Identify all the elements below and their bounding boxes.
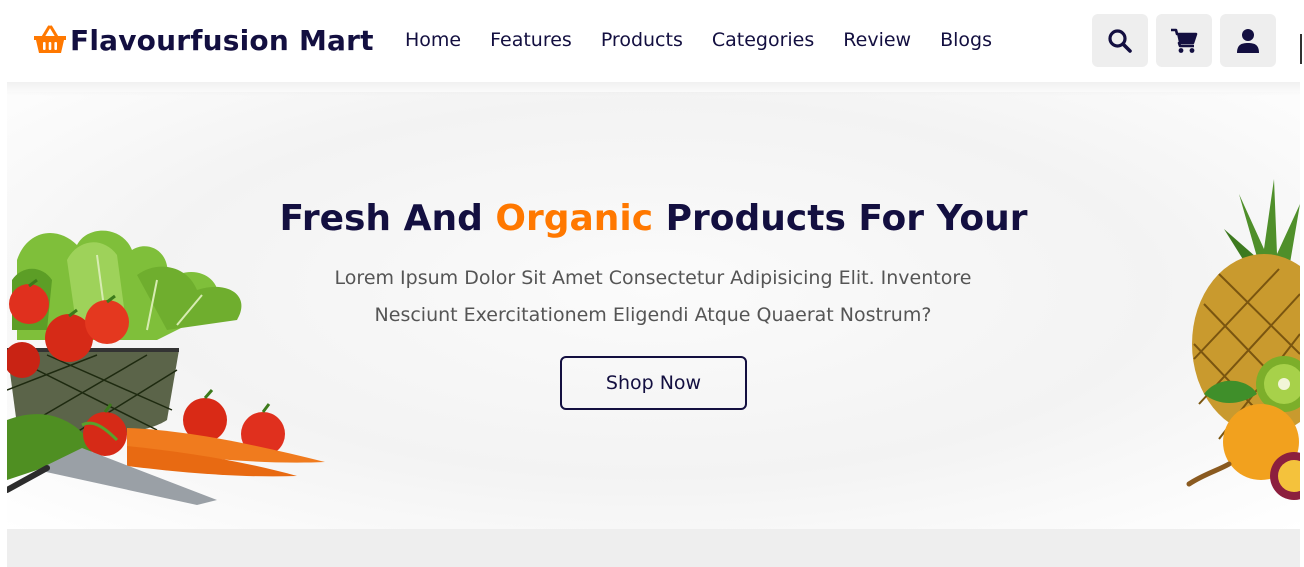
next-section [7, 529, 1300, 567]
nav-item-home[interactable]: Home [405, 28, 461, 52]
header-shadow [7, 82, 1300, 96]
shopping-basket-icon [34, 25, 66, 53]
nav-item-review[interactable]: Review [843, 28, 911, 52]
search-icon [1108, 28, 1132, 53]
vegetable-basket-image [7, 230, 325, 505]
scrollbar-edge [1300, 34, 1302, 64]
nav-item-blogs[interactable]: Blogs [940, 28, 992, 52]
hero-section: Fresh And Organic Products For Your Lore… [7, 92, 1300, 529]
nav-item-products[interactable]: Products [601, 28, 683, 52]
cart-icon [1171, 28, 1198, 53]
hero-title: Fresh And Organic Products For Your [7, 198, 1300, 239]
hero-title-accent: Organic [495, 198, 654, 239]
hero-description: Lorem Ipsum Dolor Sit Amet Consectetur A… [334, 267, 972, 326]
site-header: Flavourfusion Mart Home Features Product… [0, 0, 1302, 82]
nav-item-categories[interactable]: Categories [712, 28, 814, 52]
brand-name: Flavourfusion Mart [70, 23, 374, 57]
hero-title-start: Fresh And [279, 198, 496, 239]
brand-logo[interactable]: Flavourfusion Mart [32, 22, 374, 58]
hero-title-end: Products For Your [653, 198, 1028, 239]
page: Flavourfusion Mart Home Features Product… [0, 0, 1304, 567]
search-button[interactable] [1092, 14, 1148, 67]
account-button[interactable] [1220, 14, 1276, 67]
nav-item-features[interactable]: Features [490, 28, 572, 52]
shop-now-button[interactable]: Shop Now [560, 356, 747, 410]
cart-button[interactable] [1156, 14, 1212, 67]
main-nav: Home Features Products Categories Review… [405, 28, 992, 52]
header-actions [1092, 14, 1276, 67]
user-icon [1237, 28, 1259, 53]
